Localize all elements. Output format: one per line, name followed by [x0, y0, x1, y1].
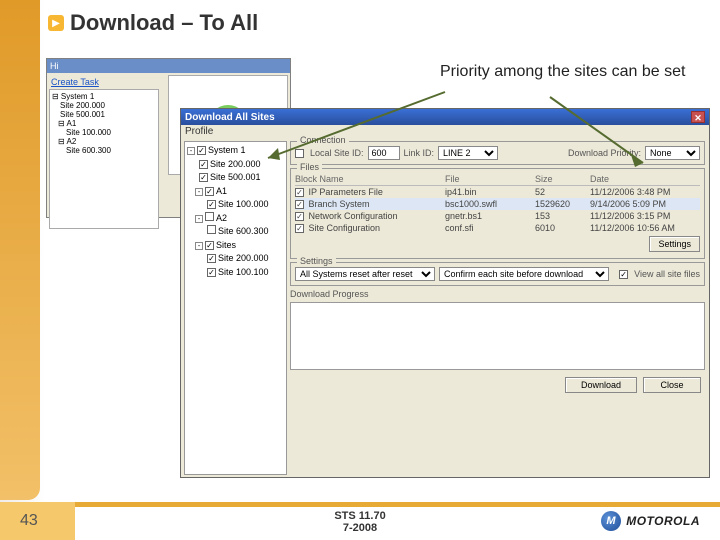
site-tree[interactable]: -✓System 1✓Site 200.000✓Site 500.001-✓A1… — [184, 141, 287, 475]
files-group: Files Block Name File Size Date ✓ IP Par… — [290, 168, 705, 259]
play-icon: ▶ — [48, 15, 64, 31]
reset-select[interactable]: All Systems reset after reset — [295, 267, 435, 281]
tree-node[interactable]: ✓Site 100.000 — [187, 198, 284, 212]
tree-node[interactable]: Site 600.300 — [187, 225, 284, 239]
file-row[interactable]: ✓ Branch Systembsc1000.swfl15296209/14/2… — [295, 198, 700, 210]
tree-node[interactable]: ✓Site 500.001 — [187, 171, 284, 185]
slide-bg-gold — [0, 0, 40, 500]
progress-box — [290, 302, 705, 370]
progress-label: Download Progress — [290, 289, 705, 299]
slide-title-row: ▶ Download – To All — [48, 10, 258, 36]
slide-annotation: Priority among the sites can be set — [440, 62, 685, 81]
file-row[interactable]: ✓ Site Configurationconf.sfi601011/12/20… — [295, 222, 700, 234]
tree-node[interactable]: ✓Site 200.000 — [187, 252, 284, 266]
viewall-label: View all site files — [634, 269, 700, 279]
create-task-link[interactable]: Create Task — [51, 77, 164, 87]
motorola-icon: M — [601, 511, 621, 531]
slide-footer: 43 STS 11.707-2008 M MOTOROLA — [0, 502, 720, 540]
file-row[interactable]: ✓ Network Configurationgnetr.bs115311/12… — [295, 210, 700, 222]
task-window-titlebar[interactable]: Hi — [47, 59, 290, 73]
task-tree[interactable]: ⊟ System 1 Site 200.000 Site 500.001 ⊟ A… — [49, 89, 159, 229]
tree-node[interactable]: -✓A1 — [187, 185, 284, 199]
tree-node[interactable]: ✓Site 100.100 — [187, 266, 284, 280]
settings-group: Settings All Systems reset after reset C… — [290, 262, 705, 286]
tree-node[interactable]: -✓Sites — [187, 239, 284, 253]
settings-group-label: Settings — [297, 256, 336, 266]
confirm-select[interactable]: Confirm each site before download — [439, 267, 609, 281]
download-button[interactable]: Download — [565, 377, 637, 393]
arrow-left — [260, 90, 450, 168]
file-row[interactable]: ✓ IP Parameters Fileip41.bin5211/12/2006… — [295, 186, 700, 198]
brand-logo: M MOTOROLA — [601, 511, 700, 531]
files-header: Block Name File Size Date — [295, 173, 700, 186]
settings-button[interactable]: Settings — [649, 236, 700, 252]
close-icon[interactable]: ✕ — [691, 111, 705, 123]
slide-title: Download – To All — [70, 10, 258, 36]
close-button[interactable]: Close — [643, 377, 701, 393]
viewall-checkbox[interactable]: ✓ — [619, 270, 628, 279]
tree-node[interactable]: - A2 — [187, 212, 284, 226]
arrow-right — [545, 95, 655, 173]
